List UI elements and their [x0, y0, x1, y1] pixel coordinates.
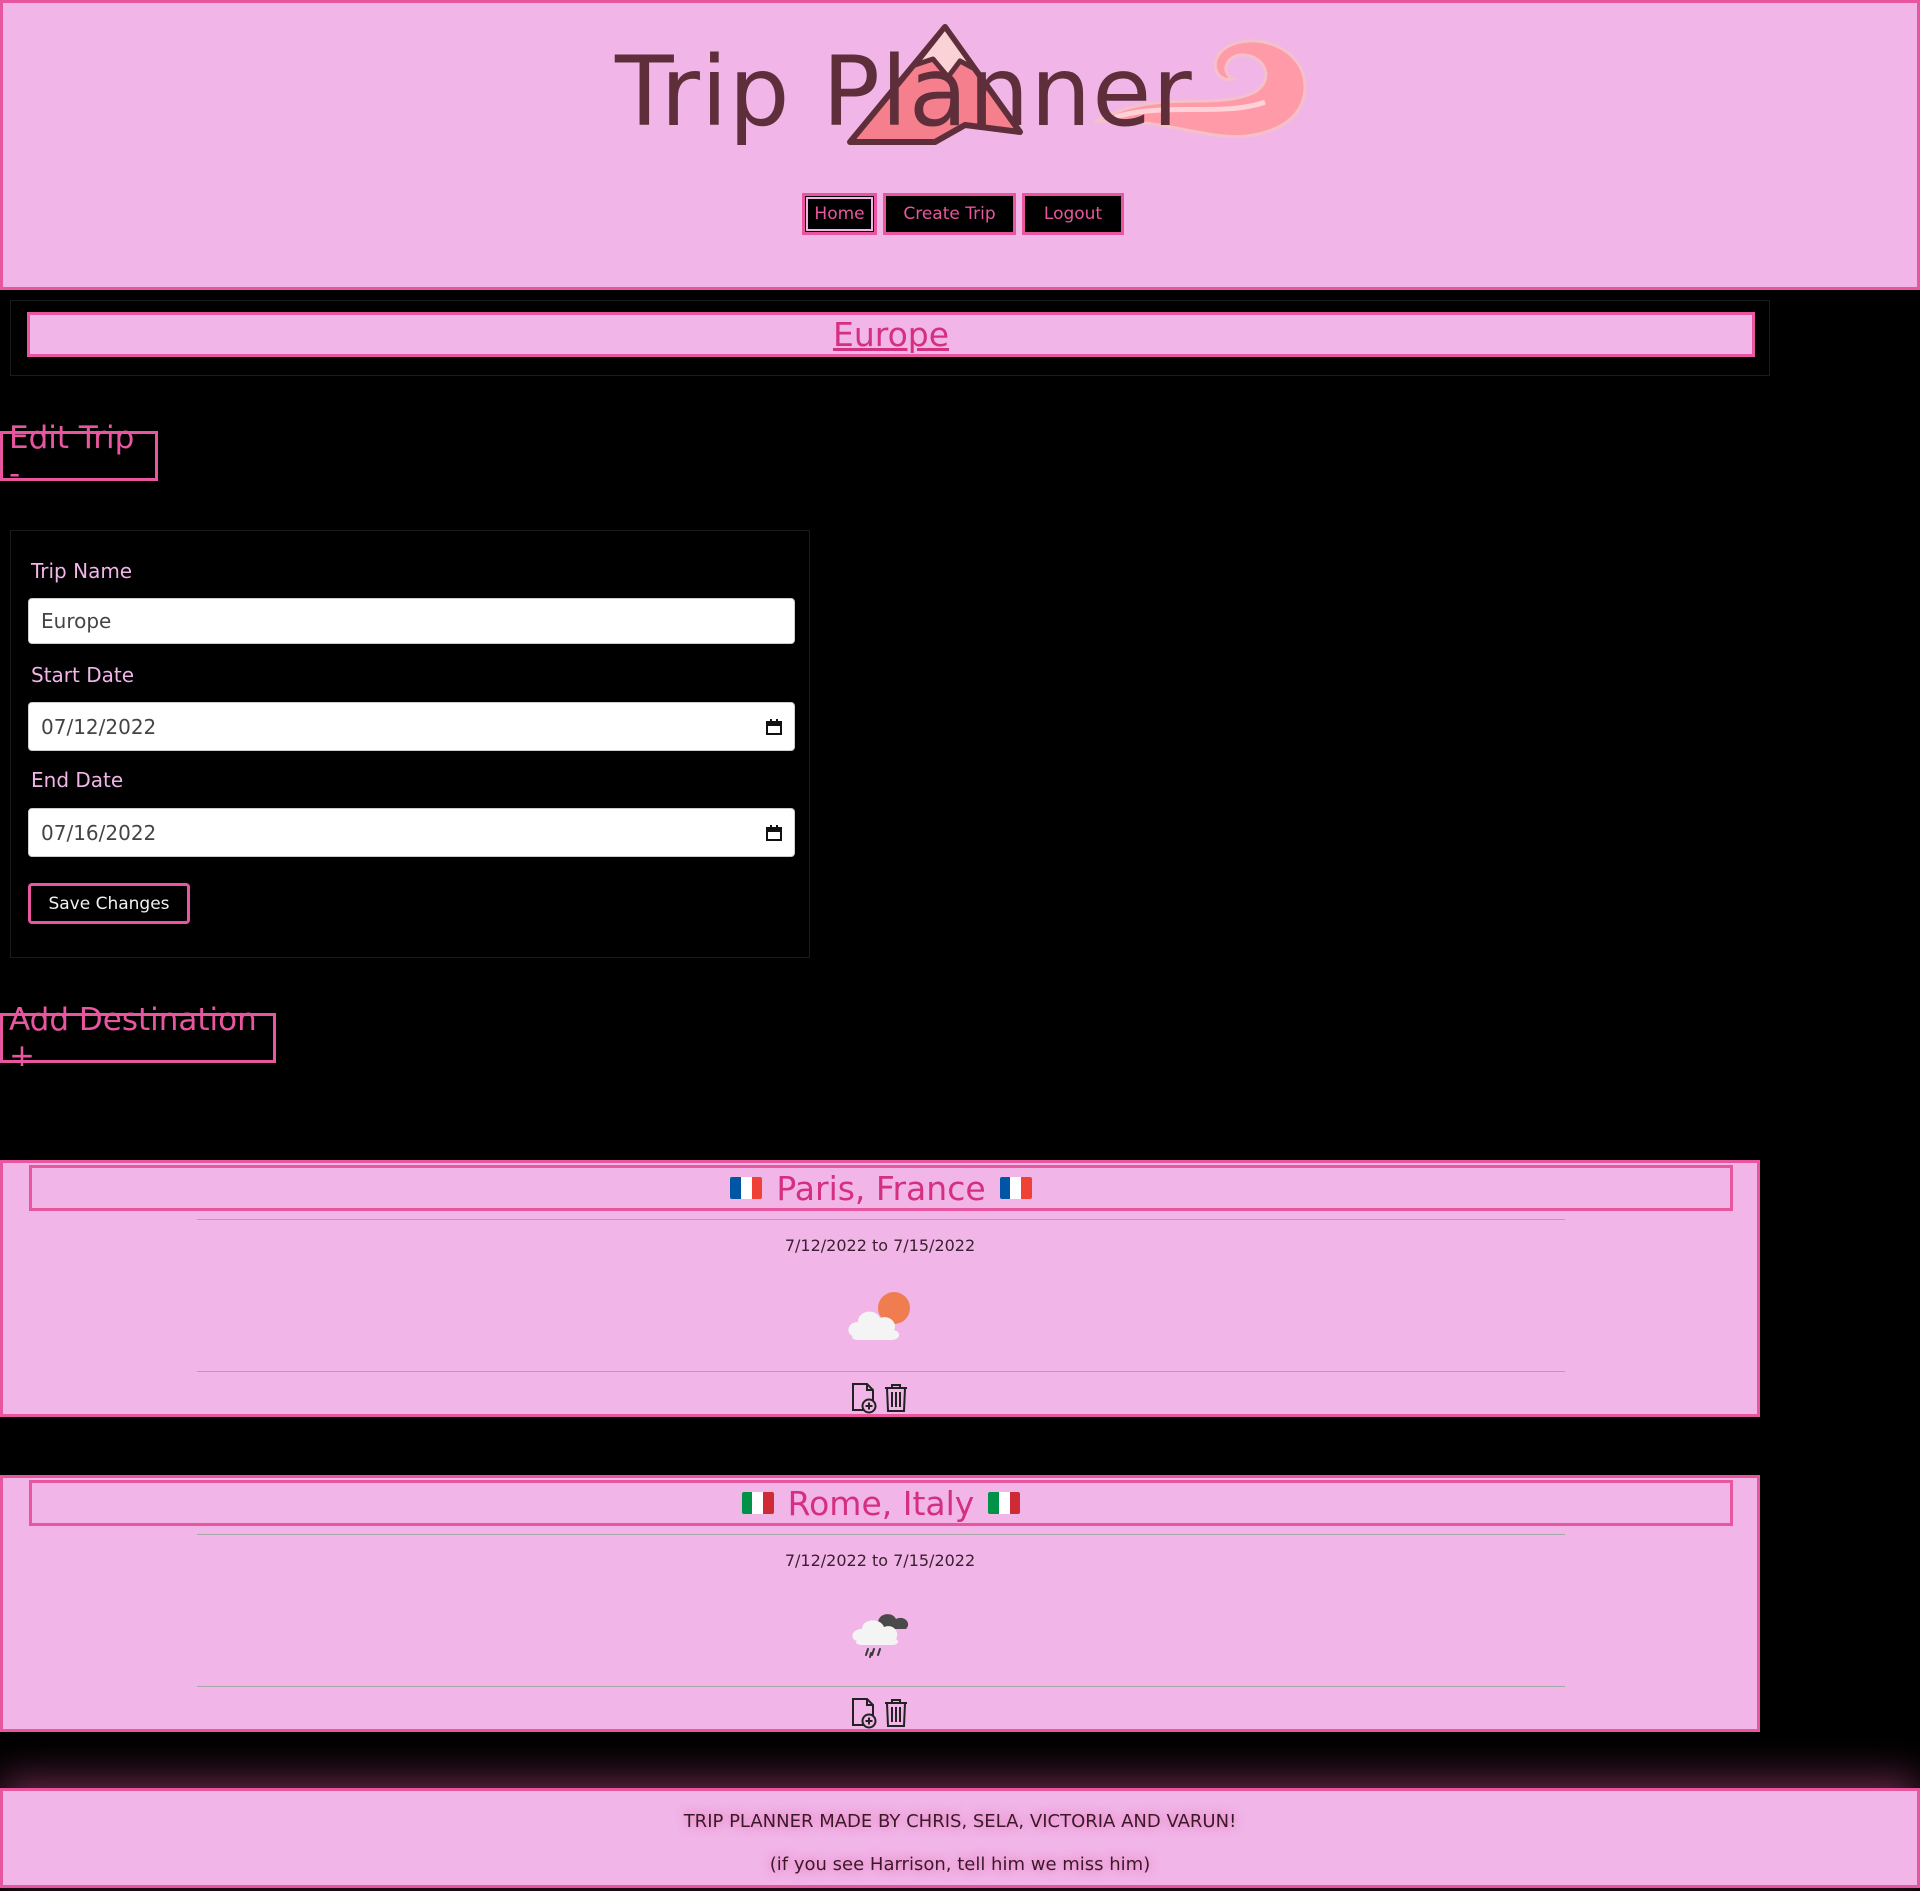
destination-dates: 7/12/2022 to 7/15/2022 — [784, 1551, 976, 1570]
divider — [197, 1219, 1565, 1220]
save-changes-button[interactable]: Save Changes — [28, 883, 190, 924]
trip-name-value: Europe — [41, 609, 112, 633]
calendar-icon[interactable] — [766, 718, 782, 735]
add-note-icon[interactable] — [849, 1382, 879, 1414]
rain-cloud-icon — [852, 1614, 909, 1658]
start-date-input[interactable]: 07/12/2022 — [28, 702, 795, 751]
destination-name: Rome, Italy — [787, 1483, 975, 1523]
trip-name-label: Trip Name — [31, 559, 133, 583]
end-date-input[interactable]: 07/16/2022 — [28, 808, 795, 857]
site-header: Trip Planner Home Create Trip Logout — [0, 0, 1920, 290]
edit-trip-toggle[interactable]: Edit Trip - — [0, 420, 158, 492]
partly-cloudy-icon — [848, 1292, 910, 1340]
logout-button[interactable]: Logout — [1022, 193, 1124, 235]
destination-name: Paris, France — [776, 1168, 986, 1208]
start-date-label: Start Date — [31, 663, 135, 687]
footer-credits: TRIP PLANNER MADE BY CHRIS, SELA, VICTOR… — [683, 1811, 1237, 1832]
logo-title: Trip Planner — [615, 36, 1193, 148]
start-date-value: 07/12/2022 — [41, 714, 157, 739]
destination-card: Paris, France 7/12/2022 to 7/15/2022 — [0, 1160, 1760, 1417]
destination-actions — [849, 1382, 911, 1414]
destination-card: Rome, Italy 7/12/2022 to 7/15/2022 — [0, 1475, 1760, 1732]
destination-actions — [849, 1697, 911, 1729]
france-flag-icon — [999, 1177, 1032, 1199]
add-note-icon[interactable] — [849, 1697, 879, 1729]
end-date-value: 07/16/2022 — [41, 820, 157, 845]
trip-title-link[interactable]: Europe — [833, 315, 949, 354]
site-footer: TRIP PLANNER MADE BY CHRIS, SELA, VICTOR… — [0, 1788, 1920, 1888]
trash-icon[interactable] — [881, 1382, 911, 1414]
create-trip-button[interactable]: Create Trip — [883, 193, 1016, 235]
france-flag-icon — [730, 1177, 763, 1199]
trip-name-input[interactable]: Europe — [28, 598, 795, 644]
divider — [197, 1534, 1565, 1535]
calendar-icon[interactable] — [766, 824, 782, 841]
italy-flag-icon — [741, 1492, 774, 1514]
destination-header: Paris, France — [29, 1165, 1733, 1211]
add-destination-toggle[interactable]: Add Destination + — [0, 1002, 276, 1074]
footer-note: (if you see Harrison, tell him we miss h… — [769, 1854, 1151, 1875]
divider — [197, 1371, 1565, 1372]
end-date-label: End Date — [31, 768, 124, 792]
trip-title-bar: Europe — [27, 312, 1755, 357]
italy-flag-icon — [988, 1492, 1021, 1514]
destination-dates: 7/12/2022 to 7/15/2022 — [784, 1236, 976, 1255]
trash-icon[interactable] — [881, 1697, 911, 1729]
destination-header: Rome, Italy — [29, 1480, 1733, 1526]
home-button[interactable]: Home — [802, 193, 877, 235]
trip-title-section: Europe — [10, 300, 1770, 376]
main-nav: Home Create Trip Logout — [3, 193, 1920, 235]
divider — [197, 1686, 1565, 1687]
edit-trip-form: Trip Name Europe Start Date 07/12/2022 E… — [10, 530, 810, 958]
trip-planner-logo[interactable]: Trip Planner — [615, 17, 1315, 167]
